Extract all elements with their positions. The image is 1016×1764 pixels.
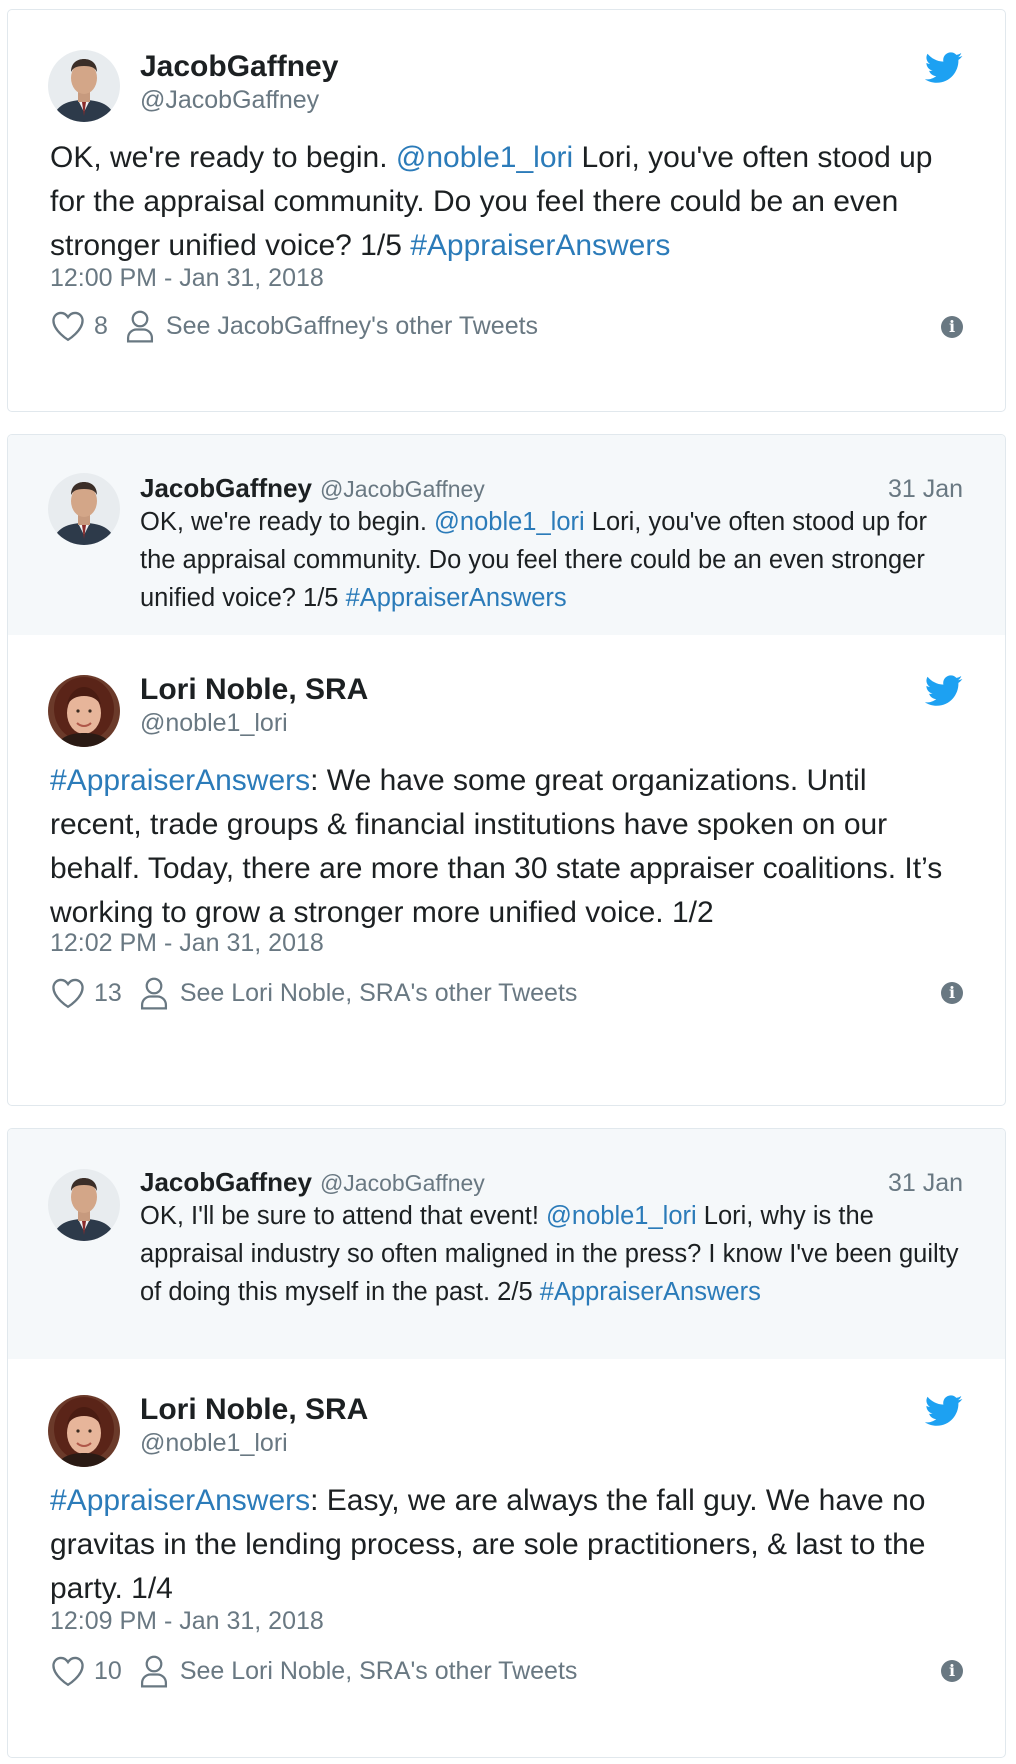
- avatar[interactable]: [48, 675, 120, 747]
- avatar[interactable]: [48, 50, 120, 122]
- avatar[interactable]: [48, 1395, 120, 1467]
- mention-link[interactable]: @noble1_lori: [546, 1202, 697, 1230]
- tweet-text: #AppraiserAnswers: We have some great or…: [50, 759, 955, 935]
- quoted-date[interactable]: 31 Jan: [888, 1169, 963, 1198]
- info-icon[interactable]: i: [941, 316, 963, 338]
- tweet-timestamp[interactable]: 12:02 PM - Jan 31, 2018: [50, 929, 324, 958]
- mention-link[interactable]: @noble1_lori: [396, 141, 573, 174]
- tweet-timestamp[interactable]: 12:00 PM - Jan 31, 2018: [50, 264, 324, 293]
- hashtag-link[interactable]: #AppraiserAnswers: [540, 1278, 761, 1306]
- author-handle[interactable]: @JacobGaffney: [140, 86, 319, 115]
- info-icon[interactable]: i: [941, 982, 963, 1004]
- quoted-author-handle: @JacobGaffney: [319, 1170, 485, 1196]
- tweet-card[interactable]: JacobGaffney @JacobGaffney 31 Jan OK, we'…: [7, 434, 1006, 1106]
- hashtag-link[interactable]: #AppraiserAnswers: [346, 584, 567, 612]
- tweet-timestamp[interactable]: 12:09 PM - Jan 31, 2018: [50, 1607, 324, 1636]
- in-reply-to-tweet[interactable]: JacobGaffney @JacobGaffney 31 Jan OK, I'l…: [8, 1129, 1005, 1359]
- tweet-text: OK, we're ready to begin. @noble1_lori L…: [50, 136, 955, 268]
- quoted-author-name: JacobGaffney: [140, 1167, 312, 1197]
- heart-icon[interactable]: [50, 1655, 86, 1687]
- twitter-bird-icon[interactable]: [925, 1395, 963, 1427]
- quoted-text-part: OK, we're ready to begin.: [140, 508, 435, 536]
- tweet-actions: 13 See Lori Noble, SRA's other Tweets: [50, 973, 577, 1013]
- quoted-author-name: JacobGaffney: [140, 473, 312, 503]
- quoted-date[interactable]: 31 Jan: [888, 475, 963, 504]
- tweet-card[interactable]: JacobGaffney @JacobGaffney 31 Jan OK, I'l…: [7, 1128, 1006, 1758]
- see-other-tweets-link[interactable]: See Lori Noble, SRA's other Tweets: [180, 979, 578, 1008]
- author-name[interactable]: Lori Noble, SRA: [140, 1393, 368, 1427]
- quoted-author-handle: @JacobGaffney: [319, 476, 485, 502]
- author-handle[interactable]: @noble1_lori: [140, 1429, 288, 1458]
- person-icon: [126, 309, 154, 343]
- see-other-tweets-link[interactable]: See JacobGaffney's other Tweets: [166, 312, 538, 341]
- tweet-text: #AppraiserAnswers: Easy, we are always t…: [50, 1479, 955, 1611]
- tweet-text-part: OK, we're ready to begin.: [50, 141, 396, 174]
- like-count: 10: [94, 1656, 122, 1685]
- twitter-bird-icon[interactable]: [925, 675, 963, 707]
- in-reply-to-tweet[interactable]: JacobGaffney @JacobGaffney 31 Jan OK, we'…: [8, 435, 1005, 635]
- hashtag-link[interactable]: #AppraiserAnswers: [50, 764, 310, 797]
- quoted-text-part: OK, I'll be sure to attend that event!: [140, 1202, 547, 1230]
- heart-icon[interactable]: [50, 977, 86, 1009]
- person-icon: [140, 1654, 168, 1688]
- like-count: 13: [94, 978, 122, 1007]
- tweet-card[interactable]: JacobGaffney @JacobGaffney OK, we're rea…: [7, 9, 1006, 412]
- tweet-actions: 8 See JacobGaffney's other Tweets: [50, 306, 538, 346]
- mention-link[interactable]: @noble1_lori: [434, 508, 585, 536]
- author-name[interactable]: Lori Noble, SRA: [140, 673, 368, 707]
- quoted-author[interactable]: JacobGaffney @JacobGaffney: [140, 473, 485, 504]
- author-name[interactable]: JacobGaffney: [140, 50, 338, 84]
- tweet-actions: 10 See Lori Noble, SRA's other Tweets: [50, 1651, 577, 1691]
- quoted-text: OK, we're ready to begin. @noble1_lori L…: [140, 503, 963, 617]
- hashtag-link[interactable]: #AppraiserAnswers: [50, 1484, 310, 1517]
- author-handle[interactable]: @noble1_lori: [140, 709, 288, 738]
- twitter-bird-icon[interactable]: [925, 52, 963, 84]
- person-icon: [140, 976, 168, 1010]
- see-other-tweets-link[interactable]: See Lori Noble, SRA's other Tweets: [180, 1657, 578, 1686]
- quoted-text: OK, I'll be sure to attend that event! @…: [140, 1197, 963, 1311]
- heart-icon[interactable]: [50, 310, 86, 342]
- hashtag-link[interactable]: #AppraiserAnswers: [410, 229, 670, 262]
- quoted-author[interactable]: JacobGaffney @JacobGaffney: [140, 1167, 485, 1198]
- info-icon[interactable]: i: [941, 1660, 963, 1682]
- avatar[interactable]: [48, 473, 120, 545]
- like-count: 8: [94, 311, 108, 340]
- avatar[interactable]: [48, 1169, 120, 1241]
